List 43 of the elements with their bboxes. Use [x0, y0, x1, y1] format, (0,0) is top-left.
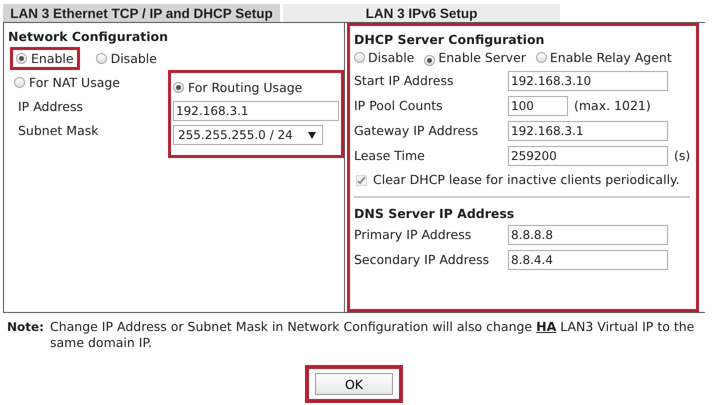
- radio-button[interactable]: [14, 76, 25, 88]
- field-suffix: (max. 1021): [574, 98, 651, 113]
- field-label: IP Pool Counts: [354, 98, 444, 113]
- field-label: Gateway IP Address: [354, 123, 480, 138]
- radio-button[interactable]: [536, 52, 547, 63]
- radio-label: Enable Server: [438, 50, 526, 65]
- tab[interactable]: LAN 3 Ethernet TCP / IP and DHCP Setup: [3, 4, 280, 22]
- ha-link[interactable]: HA: [536, 319, 556, 334]
- radio-button[interactable]: [16, 53, 27, 64]
- caret-icon: [308, 132, 316, 138]
- radio-label: Disable: [110, 51, 157, 66]
- input-field[interactable]: 259200: [508, 146, 668, 166]
- section-title: DNS Server IP Address: [354, 204, 516, 222]
- field-label: Subnet Mask: [17, 122, 100, 140]
- input-field[interactable]: 8.8.8.8: [508, 224, 668, 244]
- note-label: Note:: [7, 319, 44, 336]
- note-text: Change IP Address or Subnet Mask in Network Configuration will also change HA LAN3 Virtual IP to the same domain IP.: [50, 319, 696, 351]
- field-suffix: (s): [674, 148, 690, 163]
- radio-button[interactable]: [173, 82, 184, 92]
- input-field[interactable]: 192.168.3.1: [508, 120, 668, 140]
- input-field[interactable]: 192.168.3.10: [508, 70, 668, 90]
- tab[interactable]: LAN 3 IPv6 Setup: [283, 4, 560, 22]
- ok-button[interactable]: OK: [315, 373, 393, 395]
- radio-label: Enable Relay Agent: [550, 50, 672, 65]
- field-label: Primary IP Address: [354, 227, 472, 242]
- radio-button[interactable]: [96, 53, 107, 64]
- field-label: Start IP Address: [354, 73, 454, 88]
- field-label: Secondary IP Address: [354, 252, 490, 267]
- ip-address-field[interactable]: 192.168.3.1: [173, 101, 339, 121]
- input-field[interactable]: 8.8.4.4: [508, 250, 668, 270]
- field-label: Lease Time: [354, 148, 426, 163]
- checkbox-label: Clear DHCP lease for inactive clients periodically.: [373, 172, 680, 187]
- radio-label: Disable: [368, 50, 414, 65]
- section-title: Network Configuration: [8, 28, 169, 45]
- field-label: IP Address: [17, 98, 84, 116]
- section-title: DHCP Server Configuration: [354, 30, 546, 48]
- radio-label: For NAT Usage: [29, 74, 120, 90]
- radio-label: Enable: [31, 51, 74, 66]
- input-field[interactable]: 100: [508, 96, 568, 116]
- radio-button[interactable]: [424, 55, 436, 66]
- subnet-mask-dropdown[interactable]: 255.255.255.0 / 24: [173, 125, 323, 145]
- radio-button[interactable]: [354, 52, 365, 63]
- radio-label: For Routing Usage: [188, 80, 302, 94]
